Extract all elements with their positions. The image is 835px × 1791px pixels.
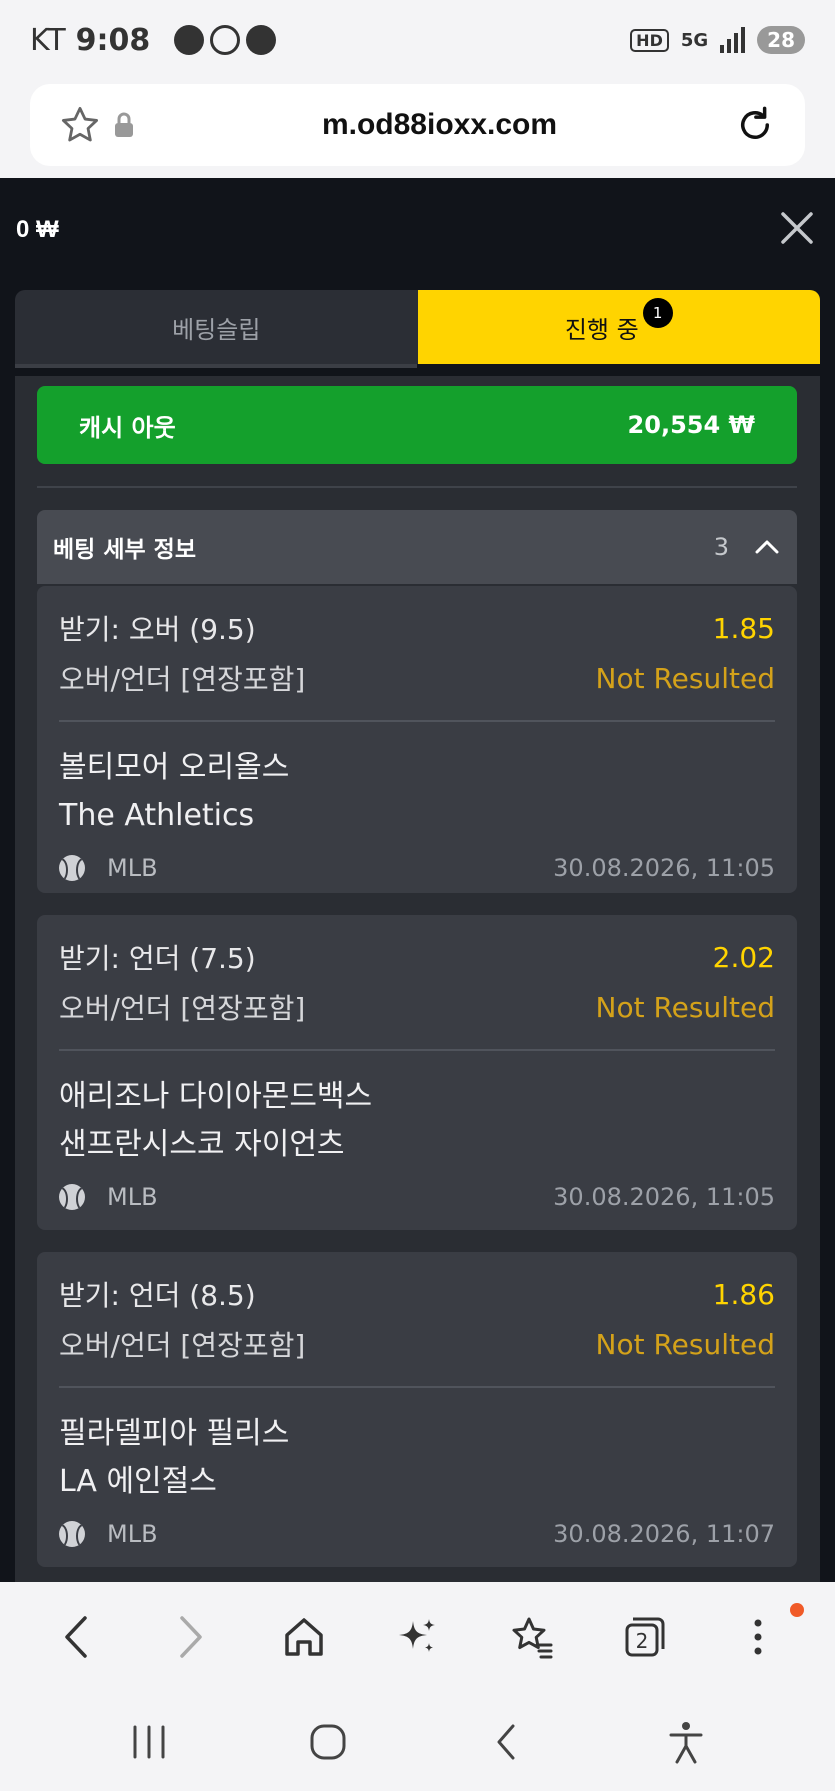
- tabs-button[interactable]: 2: [617, 1609, 673, 1665]
- league: MLB: [107, 854, 158, 882]
- bet-market: 오버/언더 [연장포함]: [59, 663, 306, 696]
- divider: [59, 1386, 775, 1388]
- back-arrow-icon: [497, 1724, 515, 1759]
- event-datetime: 30.08.2026, 11:07: [553, 1520, 775, 1548]
- event-datetime: 30.08.2026, 11:05: [553, 1183, 775, 1211]
- hd-voice-icon: HD: [630, 28, 669, 52]
- cashout-button[interactable]: 캐시 아웃 20,554 ₩: [37, 386, 797, 464]
- url-text[interactable]: m.od88ioxx.com: [146, 108, 733, 142]
- bookmark-star-icon[interactable]: [58, 103, 102, 147]
- balance: 0 ₩: [16, 216, 59, 243]
- bookmarks-button[interactable]: [503, 1609, 559, 1665]
- clock: 9:08: [75, 22, 151, 58]
- back-button[interactable]: [49, 1609, 105, 1665]
- status-bar: KT 9:08 HD 5G 28: [0, 0, 835, 80]
- address-bar[interactable]: m.od88ioxx.com: [30, 84, 805, 166]
- away-team: LA 에인절스: [59, 1464, 217, 1499]
- event-datetime: 30.08.2026, 11:05: [553, 854, 775, 882]
- system-home-button[interactable]: [300, 1714, 356, 1770]
- divider: [59, 720, 775, 722]
- home-circle-icon: [310, 1724, 346, 1759]
- home-team: 볼티모어 오리올스: [59, 750, 290, 785]
- bet-status: Not Resulted: [595, 661, 775, 695]
- tab-in-progress[interactable]: 진행 중 1: [417, 290, 820, 364]
- bet-pick: 받기: 언더 (8.5): [59, 1279, 256, 1312]
- chevron-up-icon[interactable]: [753, 533, 781, 561]
- messenger-icon: [246, 25, 277, 55]
- tab-count: 2: [635, 1629, 648, 1653]
- bet-details-header[interactable]: 베팅 세부 정보 3: [37, 510, 797, 584]
- reload-icon[interactable]: [733, 103, 777, 147]
- close-icon[interactable]: [777, 208, 817, 248]
- bet-pick: 받기: 언더 (7.5): [59, 942, 256, 975]
- baseball-icon: [59, 855, 85, 881]
- bet-odds: 1.85: [712, 611, 775, 645]
- home-button[interactable]: [276, 1609, 332, 1665]
- notification-dot: [790, 1603, 805, 1617]
- baseball-icon: [59, 1521, 85, 1547]
- away-team: The Athletics: [59, 798, 255, 833]
- count-badge: 1: [642, 298, 673, 328]
- betslip-tabs: 베팅슬립 진행 중 1: [15, 290, 820, 364]
- away-team: 샌프란시스코 자이언츠: [59, 1127, 345, 1162]
- system-navigation-bar: [0, 1692, 835, 1791]
- bet-status: Not Resulted: [595, 990, 775, 1024]
- bet-odds: 1.86: [712, 1277, 775, 1311]
- recent-apps-icon: [133, 1725, 165, 1758]
- bet-market: 오버/언더 [연장포함]: [59, 992, 306, 1025]
- lock-icon: [102, 103, 146, 147]
- home-team: 필라델피아 필리스: [59, 1416, 290, 1451]
- accessibility-icon: [669, 1721, 703, 1763]
- battery-indicator: 28: [757, 26, 805, 54]
- system-back-button[interactable]: [479, 1714, 535, 1770]
- messenger-icon: [174, 25, 205, 55]
- bet-status: Not Resulted: [595, 1327, 775, 1361]
- open-bets-panel: 캐시 아웃 20,554 ₩ 베팅 세부 정보 3 받기: 오버 (9.5) 1…: [15, 376, 820, 1582]
- more-menu-button[interactable]: [730, 1603, 805, 1665]
- bet-selection-card: 받기: 언더 (7.5) 2.02 오버/언더 [연장포함] Not Resul…: [37, 915, 797, 1230]
- betslip-panel: 0 ₩ 베팅슬립 진행 중 1 캐시 아웃 20,554 ₩ 베팅 세부 정보 …: [0, 178, 835, 1582]
- ai-assistant-button[interactable]: [389, 1609, 445, 1665]
- baseball-icon: [59, 1184, 85, 1210]
- bet-pick: 받기: 오버 (9.5): [59, 613, 256, 646]
- league: MLB: [107, 1520, 158, 1548]
- bet-details-title: 베팅 세부 정보: [53, 537, 196, 563]
- home-icon: [285, 1618, 323, 1656]
- app-notification-icon: [210, 25, 241, 55]
- chevron-left-icon: [65, 1616, 87, 1658]
- selection-count: 3: [713, 533, 729, 561]
- bet-market: 오버/언더 [연장포함]: [59, 1329, 306, 1362]
- network-type: 5G: [680, 29, 709, 51]
- signal-icon: [720, 27, 746, 53]
- star-list-icon: [512, 1617, 553, 1659]
- tab-label: 진행 중: [564, 315, 639, 344]
- tab-label: 베팅슬립: [172, 315, 261, 344]
- home-team: 애리조나 다이아몬드백스: [59, 1079, 373, 1114]
- divider: [37, 486, 797, 488]
- browser-toolbar: m.od88ioxx.com: [0, 80, 835, 178]
- browser-bottom-bar: 2: [0, 1582, 835, 1692]
- tab-betslip[interactable]: 베팅슬립: [15, 290, 418, 364]
- carrier: KT: [30, 22, 66, 58]
- bet-odds: 2.02: [712, 940, 775, 974]
- league: MLB: [107, 1183, 158, 1211]
- divider: [59, 1049, 775, 1051]
- tabs-icon: 2: [625, 1617, 665, 1657]
- tab-underline: [15, 364, 417, 368]
- sparkle-icon: [399, 1619, 436, 1652]
- cashout-amount: 20,554 ₩: [627, 411, 755, 439]
- forward-button[interactable]: [162, 1609, 218, 1665]
- chevron-right-icon: [180, 1616, 203, 1658]
- recent-apps-button[interactable]: [121, 1714, 177, 1770]
- bet-selection-card: 받기: 언더 (8.5) 1.86 오버/언더 [연장포함] Not Resul…: [37, 1252, 797, 1567]
- cashout-label: 캐시 아웃: [79, 413, 176, 442]
- accessibility-button[interactable]: [658, 1714, 714, 1770]
- bet-selection-card: 받기: 오버 (9.5) 1.85 오버/언더 [연장포함] Not Resul…: [37, 586, 797, 893]
- more-vertical-icon: [754, 1619, 762, 1655]
